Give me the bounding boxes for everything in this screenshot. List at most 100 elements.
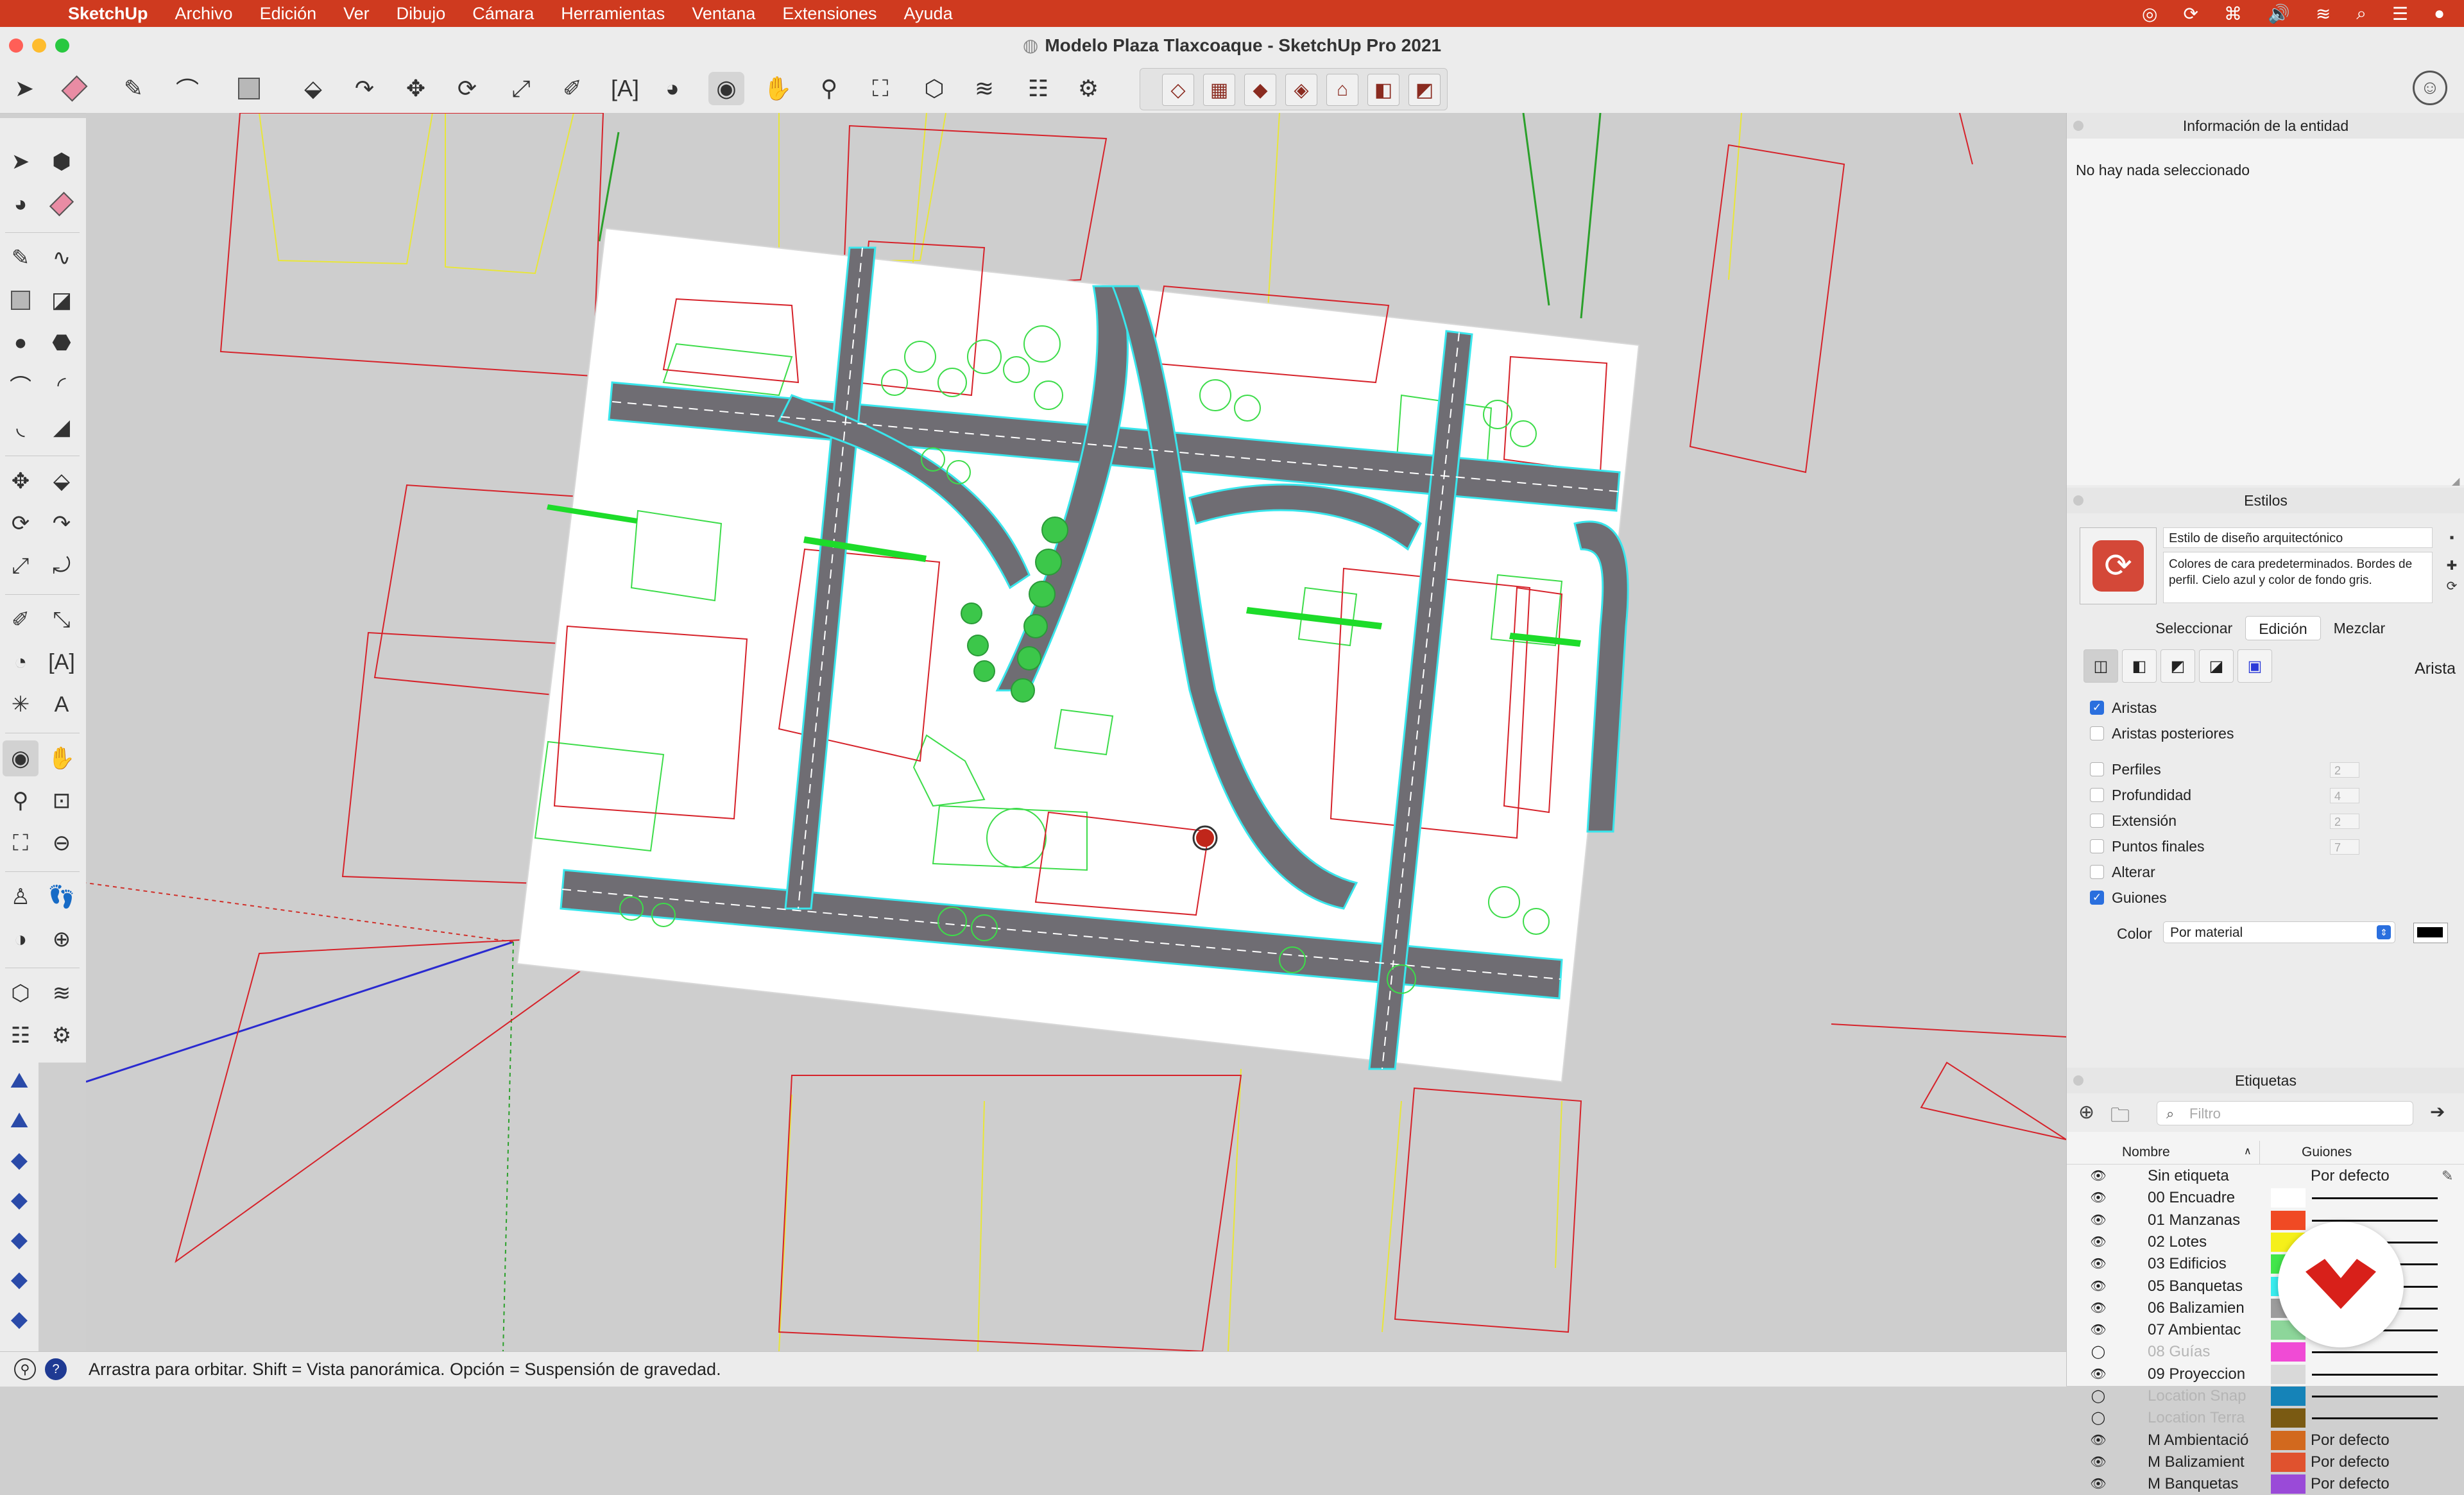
- tag-row[interactable]: 👁 01 Manzanas: [2067, 1209, 2464, 1231]
- add-tag-folder-icon[interactable]: 🗀: [2110, 1101, 2130, 1134]
- model-viewport[interactable]: [86, 113, 2066, 1351]
- eraser-icon[interactable]: [44, 186, 80, 222]
- checkbox-icon[interactable]: [2090, 726, 2104, 740]
- freehand-icon[interactable]: ∿: [44, 240, 80, 276]
- extension-warehouse-icon[interactable]: ≋: [966, 72, 1002, 105]
- position-camera-icon[interactable]: ♙: [3, 879, 38, 915]
- option-extension[interactable]: Extensión: [2090, 811, 2177, 830]
- resize-grip-icon[interactable]: ◢: [2452, 475, 2460, 488]
- menu-extensiones[interactable]: Extensiones: [782, 4, 877, 24]
- tag-name[interactable]: M Banquetas: [2148, 1473, 2267, 1495]
- style-name-field[interactable]: Estilo de diseño arquitectónico: [2163, 527, 2433, 548]
- pencil-icon[interactable]: ✎: [116, 72, 151, 105]
- tag-row[interactable]: 👁 00 Encuadre: [2067, 1187, 2464, 1209]
- tag-row[interactable]: 👁 09 Proyeccion: [2067, 1363, 2464, 1385]
- paint-bucket-icon[interactable]: ◕: [654, 72, 690, 105]
- eye-icon[interactable]: 👁: [2089, 1297, 2108, 1319]
- rectangle-icon[interactable]: [231, 72, 267, 105]
- section-plane-icon[interactable]: ⊕: [44, 921, 80, 957]
- flip-edge-icon[interactable]: ◆: [3, 1301, 36, 1337]
- sort-ascending-icon[interactable]: ∧: [2244, 1145, 2252, 1158]
- tags-filter-input[interactable]: ⌕ Filtro: [2157, 1101, 2413, 1125]
- menu-ventana[interactable]: Ventana: [692, 4, 755, 24]
- checkbox-icon[interactable]: [2090, 865, 2104, 879]
- eye-icon[interactable]: 👁: [2089, 1253, 2108, 1275]
- eye-icon[interactable]: 👁: [2089, 1451, 2108, 1473]
- sandbox-scratch-icon[interactable]: ⛰: [3, 1102, 36, 1138]
- option-guiones[interactable]: ✓ Guiones: [2090, 888, 2167, 907]
- control-center-icon[interactable]: ☰: [2392, 3, 2408, 24]
- checkbox-checked-icon[interactable]: ✓: [2090, 701, 2104, 715]
- entity-info-header[interactable]: Información de la entidad: [2067, 113, 2464, 139]
- scale-icon[interactable]: ⤢: [503, 72, 539, 105]
- tag-dash-line[interactable]: [2312, 1373, 2438, 1376]
- col-guiones[interactable]: Guiones: [2302, 1145, 2352, 1160]
- pie-icon[interactable]: ◢: [44, 409, 80, 445]
- extension-value[interactable]: 2: [2330, 814, 2359, 829]
- eye-icon[interactable]: 👁: [2089, 1276, 2108, 1297]
- menu-herramientas[interactable]: Herramientas: [561, 4, 665, 24]
- option-aristas-posteriores[interactable]: Aristas posteriores: [2090, 724, 2234, 743]
- checkbox-icon[interactable]: [2090, 814, 2104, 828]
- details-arrow-icon[interactable]: ➔: [2430, 1101, 2445, 1122]
- tag-name[interactable]: M Balizamient: [2148, 1451, 2267, 1473]
- tag-dash-value[interactable]: Por defecto: [2311, 1430, 2439, 1451]
- eye-icon[interactable]: 👁: [2089, 1165, 2108, 1187]
- select-icon[interactable]: ➤: [3, 144, 38, 180]
- scale-icon[interactable]: ⤢: [3, 548, 38, 584]
- col-nombre[interactable]: Nombre: [2122, 1145, 2170, 1160]
- tag-color-swatch[interactable]: [2271, 1452, 2306, 1472]
- 3d-warehouse-icon[interactable]: ⬡: [3, 975, 38, 1011]
- tag-color-swatch[interactable]: [2271, 1210, 2306, 1230]
- geolocation-icon[interactable]: ⚲: [14, 1358, 36, 1380]
- puntos-finales-value[interactable]: 7: [2330, 839, 2359, 855]
- left-view-icon[interactable]: ◧: [1367, 74, 1399, 106]
- tag-name[interactable]: 01 Manzanas: [2148, 1209, 2267, 1231]
- siri-icon[interactable]: ●: [2434, 3, 2445, 24]
- tag-name[interactable]: Location Terra: [2148, 1407, 2267, 1429]
- text-icon[interactable]: [A]: [607, 72, 643, 105]
- bottom-view-icon[interactable]: ◩: [1408, 74, 1441, 106]
- tag-name[interactable]: Location Snap: [2148, 1385, 2267, 1407]
- layout-icon[interactable]: ☷: [3, 1018, 38, 1054]
- menu-dibujo[interactable]: Dibujo: [397, 4, 446, 24]
- tag-name[interactable]: Sin etiqueta: [2148, 1165, 2267, 1187]
- tag-name[interactable]: 09 Proyeccion: [2148, 1363, 2267, 1385]
- axes-icon[interactable]: ✳: [3, 687, 38, 722]
- checkbox-icon[interactable]: [2090, 788, 2104, 802]
- style-thumbnail[interactable]: ⟳: [2080, 527, 2157, 604]
- tag-row[interactable]: 👁 M Banquetas Por defecto: [2067, 1473, 2464, 1495]
- tag-name[interactable]: 08 Guías: [2148, 1341, 2267, 1363]
- push-pull-icon[interactable]: ⬙: [44, 463, 80, 499]
- tag-color-swatch[interactable]: [2271, 1474, 2306, 1494]
- drape-icon[interactable]: ◆: [3, 1222, 36, 1258]
- arc-icon[interactable]: ⌒: [3, 367, 38, 403]
- spotlight-search-icon[interactable]: ⌕: [2356, 3, 2366, 24]
- select-icon[interactable]: ➤: [6, 72, 42, 105]
- rotate-icon[interactable]: ⟳: [3, 506, 38, 542]
- rotate-icon[interactable]: ⟳: [449, 72, 485, 105]
- perfiles-value[interactable]: 2: [2330, 762, 2359, 778]
- eye-icon[interactable]: 👁: [2089, 1473, 2108, 1495]
- tag-row[interactable]: ◯ 08 Guías: [2067, 1341, 2464, 1363]
- eye-icon[interactable]: 👁: [2089, 1187, 2108, 1209]
- eye-hidden-icon[interactable]: ◯: [2089, 1341, 2108, 1363]
- checkbox-checked-icon[interactable]: ✓: [2090, 891, 2104, 905]
- update-style-small-icon[interactable]: ⟳: [2444, 579, 2460, 594]
- pan-icon[interactable]: ✋: [44, 740, 80, 776]
- follow-me-icon[interactable]: ↷: [346, 72, 382, 105]
- user-account-icon[interactable]: ☺: [2413, 71, 2447, 105]
- text-icon[interactable]: [A]: [44, 644, 80, 680]
- tag-row[interactable]: ◯ Location Snap: [2067, 1385, 2464, 1407]
- sync-icon[interactable]: ⟳: [2183, 3, 2198, 24]
- eye-hidden-icon[interactable]: ◯: [2089, 1407, 2108, 1429]
- volume-icon[interactable]: 🔊: [2268, 3, 2290, 24]
- eye-icon[interactable]: 👁: [2089, 1209, 2108, 1231]
- rectangle-icon[interactable]: [3, 282, 38, 318]
- 3d-text-icon[interactable]: A: [44, 687, 80, 722]
- stamp-icon[interactable]: ◆: [3, 1182, 36, 1218]
- edge-color-select[interactable]: Por material ⇕: [2163, 921, 2395, 943]
- panel-collapse-icon[interactable]: [2073, 495, 2083, 506]
- protractor-icon[interactable]: ◔: [3, 644, 38, 680]
- orbit-icon[interactable]: ◉: [3, 740, 38, 776]
